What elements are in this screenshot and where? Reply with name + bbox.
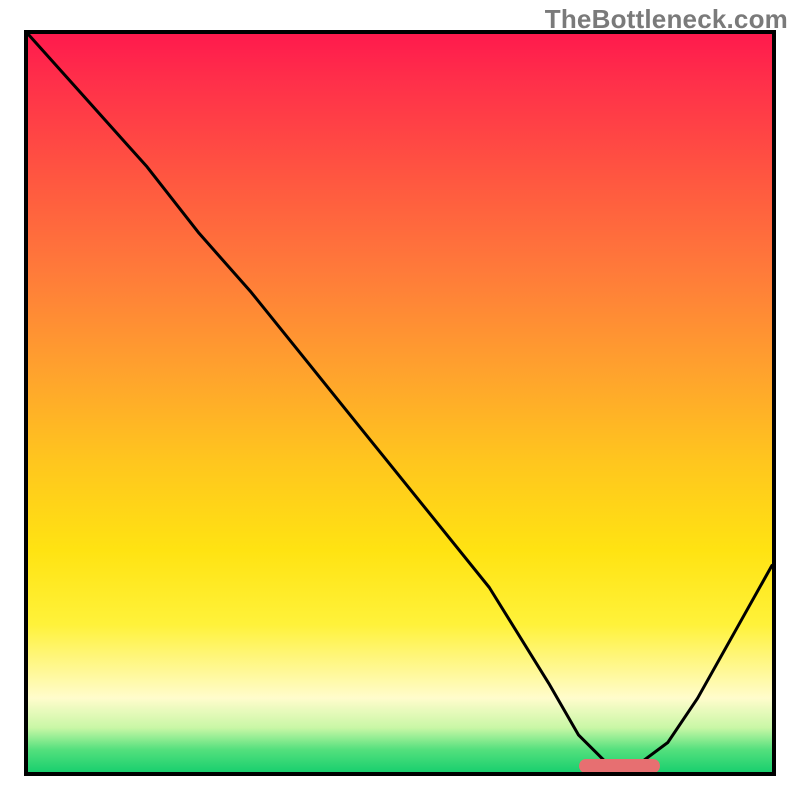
plot-area	[24, 30, 776, 776]
watermark-text: TheBottleneck.com	[545, 4, 788, 35]
chart-container: TheBottleneck.com	[0, 0, 800, 800]
bottleneck-curve-line	[28, 34, 772, 765]
optimal-range-marker	[579, 759, 661, 773]
curve-svg	[28, 34, 772, 772]
